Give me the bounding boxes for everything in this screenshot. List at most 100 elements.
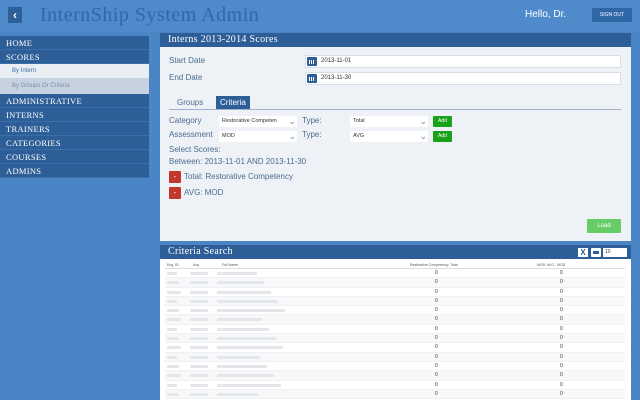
scores-panel: Interns 2013-2014 Scores Start Date 2013… bbox=[160, 33, 631, 241]
score-cell: 0 bbox=[435, 270, 438, 276]
score-cell: 0 bbox=[435, 325, 438, 332]
assessment-select[interactable]: MOD ⌄ bbox=[219, 131, 297, 142]
selected-score-2: AVG: MOD bbox=[184, 188, 224, 197]
excel-export-icon[interactable]: X bbox=[578, 248, 588, 257]
table-row[interactable]: 00 bbox=[165, 296, 625, 307]
table-row[interactable]: 00 bbox=[165, 362, 625, 372]
score-cell: 0 bbox=[560, 297, 563, 304]
name-cell bbox=[217, 392, 258, 396]
criteria-search-panel: Criteria Search X 10 Eng. ID Avg Full Na… bbox=[160, 245, 631, 400]
name-cell bbox=[217, 272, 257, 275]
sidebar-item-trainers[interactable]: TRAINERS bbox=[0, 122, 149, 136]
name-cell bbox=[217, 355, 260, 359]
table-row[interactable]: 00 bbox=[165, 306, 625, 316]
end-date-field[interactable]: 2013-11-30 bbox=[305, 72, 621, 85]
column-header[interactable]: Restorative Competency: Total bbox=[410, 263, 458, 267]
score-cell: 0 bbox=[560, 307, 563, 314]
start-date-field[interactable]: 2013-11-01 bbox=[305, 55, 621, 68]
sidebar-subitem-by-intern[interactable]: By Intern bbox=[0, 64, 149, 79]
avg-cell bbox=[190, 299, 208, 303]
top-bar: ‹ InternShip System Admin Hello, Dr. SIG… bbox=[0, 0, 640, 32]
calendar-icon[interactable] bbox=[307, 74, 317, 83]
id-cell bbox=[167, 374, 181, 378]
id-cell bbox=[167, 272, 177, 275]
remove-score-button[interactable]: - bbox=[169, 171, 181, 183]
selected-score-1: Total: Restorative Competency bbox=[184, 172, 293, 181]
tab-criteria[interactable]: Criteria bbox=[216, 96, 250, 109]
sidebar-item-interns[interactable]: INTERNS bbox=[0, 108, 149, 122]
id-cell bbox=[167, 318, 181, 322]
greeting: Hello, Dr. bbox=[525, 9, 567, 20]
name-cell bbox=[217, 364, 267, 368]
signout-button[interactable]: SIGN OUT bbox=[592, 8, 632, 22]
table-row[interactable]: 00 bbox=[165, 343, 625, 353]
table-row[interactable]: 00 bbox=[165, 389, 625, 400]
add-category-button[interactable]: Add bbox=[433, 116, 452, 127]
score-cell: 0 bbox=[560, 335, 563, 342]
column-header[interactable]: MOD: AVG ‑ MOD bbox=[537, 263, 565, 267]
score-cell: 0 bbox=[435, 390, 438, 397]
date-range-text: Between: 2013-11-01 AND 2013-11-30 bbox=[169, 157, 307, 166]
start-date-label: Start Date bbox=[169, 56, 206, 65]
type-select-2[interactable]: AVG ⌄ bbox=[350, 131, 428, 142]
score-cell: 0 bbox=[435, 344, 438, 351]
score-cell: 0 bbox=[560, 353, 563, 360]
id-cell bbox=[167, 290, 181, 294]
back-button[interactable]: ‹ bbox=[8, 7, 22, 23]
id-cell bbox=[167, 299, 177, 303]
score-cell: 0 bbox=[560, 279, 563, 286]
id-cell bbox=[167, 355, 177, 359]
table-row[interactable]: 00 bbox=[165, 269, 625, 279]
name-cell bbox=[217, 374, 274, 378]
table-row[interactable]: 00 bbox=[165, 278, 625, 288]
per-page-select[interactable]: 10 bbox=[603, 248, 627, 257]
category-select[interactable]: Restorative Competen ⌄ bbox=[219, 116, 297, 127]
sidebar-item-scores[interactable]: SCORES bbox=[0, 50, 149, 64]
chevron-left-icon: ‹ bbox=[13, 8, 17, 22]
table-row[interactable]: 00 bbox=[165, 315, 625, 325]
score-cell: 0 bbox=[560, 270, 563, 276]
sidebar-item-categories[interactable]: CATEGORIES bbox=[0, 136, 149, 150]
start-date-value: 2013-11-01 bbox=[321, 58, 352, 64]
score-cell: 0 bbox=[560, 372, 563, 379]
load-button[interactable]: Load bbox=[587, 219, 621, 233]
tab-bar: Groups Criteria bbox=[169, 96, 621, 110]
tab-groups[interactable]: Groups bbox=[173, 96, 207, 109]
end-date-label: End Date bbox=[169, 73, 203, 82]
type-label: Type: bbox=[302, 116, 322, 125]
sidebar-item-courses[interactable]: COURSES bbox=[0, 150, 149, 164]
sidebar-item-admins[interactable]: ADMINS bbox=[0, 164, 149, 178]
column-header[interactable]: Avg bbox=[193, 263, 199, 267]
score-cell: 0 bbox=[560, 344, 563, 351]
table-row[interactable]: 00 bbox=[165, 371, 625, 381]
score-cell: 0 bbox=[560, 362, 563, 369]
type-select-1[interactable]: Total ⌄ bbox=[350, 116, 428, 127]
results-table: Eng. ID Avg Full Name Restorative Compet… bbox=[165, 262, 625, 400]
sidebar: HOME SCORES By Intern By Groups Or Crite… bbox=[0, 36, 149, 178]
score-cell: 0 bbox=[560, 390, 563, 397]
print-icon[interactable] bbox=[591, 248, 601, 257]
table-row[interactable]: 00 bbox=[165, 381, 625, 390]
calendar-icon[interactable] bbox=[307, 57, 317, 66]
table-row[interactable]: 00 bbox=[165, 352, 625, 362]
avg-cell bbox=[190, 281, 208, 285]
id-cell bbox=[167, 281, 179, 285]
sidebar-item-administrative[interactable]: ADMINISTRATIVE bbox=[0, 94, 149, 108]
score-cell: 0 bbox=[560, 325, 563, 332]
score-cell: 0 bbox=[435, 335, 438, 342]
column-header[interactable]: Eng. ID bbox=[167, 263, 179, 267]
assessment-label: Assessment bbox=[169, 130, 213, 139]
score-cell: 0 bbox=[435, 353, 438, 360]
add-assessment-button[interactable]: Add bbox=[433, 131, 452, 142]
column-header[interactable]: Full Name bbox=[222, 263, 238, 267]
table-row[interactable]: 00 bbox=[165, 288, 625, 297]
avg-cell bbox=[190, 355, 208, 359]
score-cell: 0 bbox=[435, 381, 438, 388]
avg-cell bbox=[190, 374, 208, 378]
table-row[interactable]: 00 bbox=[165, 334, 625, 344]
sidebar-subitem-by-groups[interactable]: By Groups Or Criteria bbox=[0, 79, 149, 94]
table-row[interactable]: 00 bbox=[165, 325, 625, 335]
sidebar-item-home[interactable]: HOME bbox=[0, 36, 149, 50]
name-cell bbox=[217, 337, 276, 341]
remove-score-button[interactable]: - bbox=[169, 187, 181, 199]
